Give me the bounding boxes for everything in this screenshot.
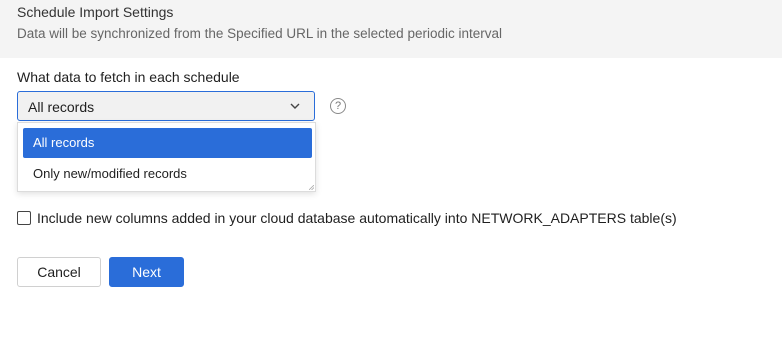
- fetch-label: What data to fetch in each schedule: [17, 69, 240, 85]
- include-columns-checkbox[interactable]: [17, 211, 31, 225]
- include-columns-label: Include new columns added in your cloud …: [37, 210, 677, 226]
- help-icon[interactable]: ?: [330, 98, 346, 114]
- cancel-button[interactable]: Cancel: [17, 257, 101, 287]
- header-title: Schedule Import Settings: [17, 4, 174, 20]
- fetch-select-value: All records: [28, 99, 95, 115]
- settings-header: Schedule Import Settings Data will be sy…: [0, 0, 782, 58]
- header-subtitle: Data will be synchronized from the Speci…: [17, 26, 502, 41]
- fetch-select[interactable]: All records: [17, 91, 315, 121]
- resize-grip-icon: [309, 185, 314, 190]
- fetch-dropdown-menu: All records Only new/modified records: [17, 122, 316, 192]
- dropdown-option-new-modified[interactable]: Only new/modified records: [23, 159, 312, 189]
- dropdown-option-all-records[interactable]: All records: [23, 128, 312, 158]
- next-button[interactable]: Next: [109, 257, 184, 287]
- chevron-down-icon: [290, 103, 300, 109]
